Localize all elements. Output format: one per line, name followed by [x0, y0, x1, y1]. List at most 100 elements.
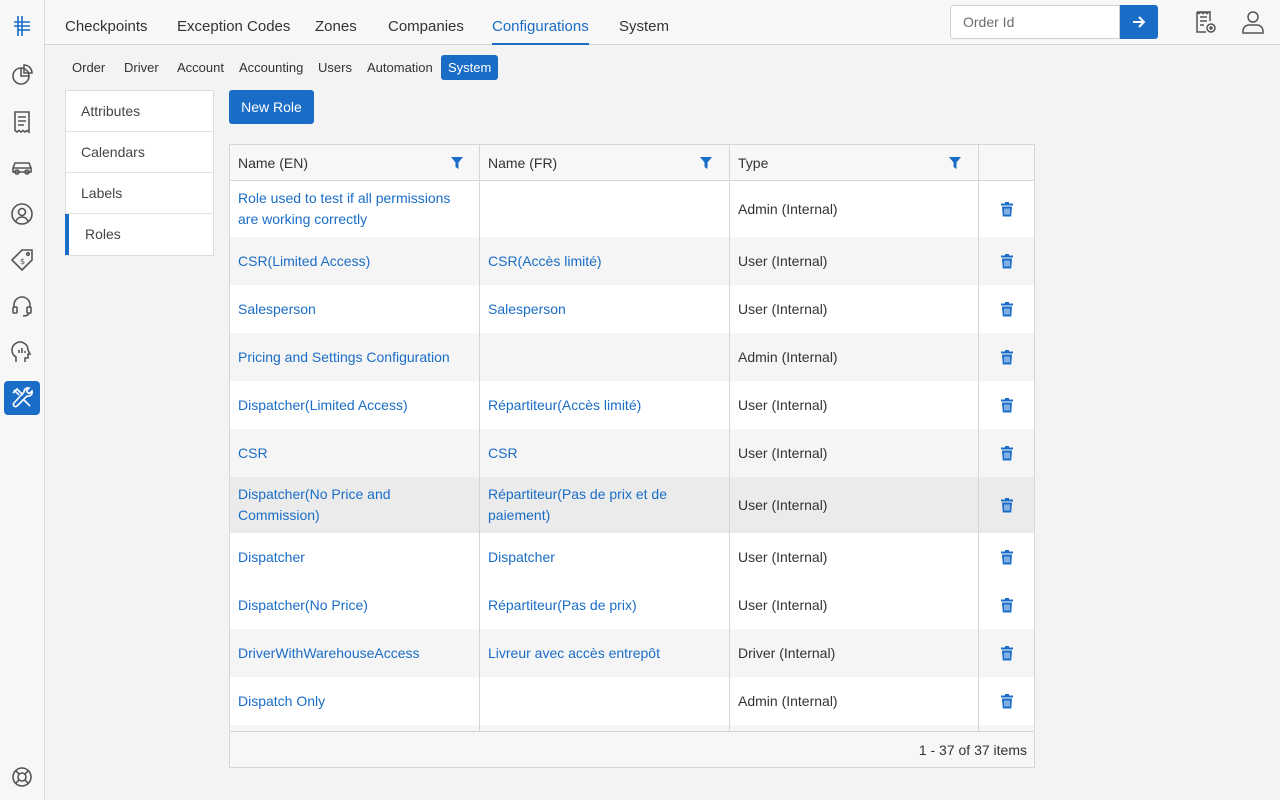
headset-icon[interactable] [4, 289, 40, 323]
table-row[interactable]: Dispatch Only Admin (Internal) [230, 677, 1034, 725]
subtab-system[interactable]: System [441, 55, 499, 80]
column-title: Name (EN) [238, 155, 309, 171]
new-role-button[interactable]: New Role [229, 90, 314, 124]
table-row[interactable]: Dispatcher(Limited Access) Répartiteur(A… [230, 381, 1034, 429]
column-header-name-en[interactable]: Name (EN) [230, 145, 480, 181]
role-name-link[interactable]: CSR(Limited Access) [238, 251, 370, 272]
filter-icon[interactable] [700, 157, 712, 169]
cell-name-en: Dispatch Only [230, 677, 480, 725]
role-name-link[interactable]: Dispatcher(No Price and Commission) [238, 484, 471, 526]
trash-icon[interactable] [1000, 597, 1013, 613]
subtab-automation[interactable]: Automation [360, 55, 440, 80]
dashboard-pie-icon[interactable] [4, 58, 40, 92]
cell-name-en: CSR(Limited Access) [230, 237, 480, 285]
role-name-fr-link[interactable]: CSR [488, 443, 518, 464]
cell-type: Admin (Internal) [730, 677, 979, 725]
cell-actions [979, 285, 1034, 333]
analytics-head-icon[interactable] [4, 335, 40, 369]
trash-icon[interactable] [1000, 397, 1013, 413]
role-name-fr-link[interactable]: Répartiteur(Pas de prix) [488, 595, 637, 616]
lifebuoy-icon[interactable] [4, 760, 40, 794]
role-name-fr-link[interactable]: Dispatcher [488, 547, 555, 568]
role-name-fr-link[interactable]: CSR(Accès limité) [488, 251, 602, 272]
role-name-link[interactable]: Dispatcher(No Price) [238, 595, 368, 616]
cell-name-en: Salesperson [230, 285, 480, 333]
tab-checkpoints[interactable]: Checkpoints [65, 0, 148, 45]
roles-grid: Name (EN) Name (FR) Type Role used to te… [229, 144, 1035, 768]
cell-name-fr [480, 181, 730, 237]
role-name-link[interactable]: Salesperson [238, 299, 316, 320]
cell-name-en: Dispatcher(No Price and Commission) [230, 477, 480, 533]
top-nav: Checkpoints Exception Codes Zones Compan… [45, 0, 1280, 45]
tab-companies[interactable]: Companies [388, 0, 464, 45]
table-row[interactable]: CSR(Limited Access) CSR(Accès limité) Us… [230, 237, 1034, 285]
table-row[interactable]: DriverWithWarehouseAccess Livreur avec a… [230, 629, 1034, 677]
user-circle-icon[interactable] [4, 197, 40, 231]
trash-icon[interactable] [1000, 693, 1013, 709]
role-name-fr-link[interactable]: Livreur avec accès entrepôt [488, 643, 660, 664]
role-name-link[interactable]: Dispatcher(Limited Access) [238, 395, 408, 416]
cell-type: Admin (Internal) [730, 333, 979, 381]
new-order-icon[interactable] [1193, 10, 1217, 34]
table-row[interactable]: Dispatcher(No Price and Commission) Répa… [230, 477, 1034, 533]
user-profile-icon[interactable] [1241, 10, 1265, 34]
subtab-account[interactable]: Account [170, 55, 231, 80]
trash-icon[interactable] [1000, 253, 1013, 269]
table-row[interactable]: CSR CSR User (Internal) [230, 429, 1034, 477]
trash-icon[interactable] [1000, 645, 1013, 661]
trash-icon[interactable] [1000, 201, 1013, 217]
tab-system[interactable]: System [619, 0, 669, 45]
trash-icon[interactable] [1000, 349, 1013, 365]
tab-configurations[interactable]: Configurations [492, 0, 589, 45]
role-name-fr-link[interactable]: Répartiteur(Accès limité) [488, 395, 641, 416]
role-name-fr-link[interactable]: Salesperson [488, 299, 566, 320]
cell-actions [979, 181, 1034, 237]
logo-icon[interactable] [4, 9, 40, 43]
tools-icon[interactable] [4, 381, 40, 415]
subtab-users[interactable]: Users [311, 55, 359, 80]
column-header-name-fr[interactable]: Name (FR) [480, 145, 730, 181]
filter-icon[interactable] [451, 157, 463, 169]
side-item-calendars[interactable]: Calendars [66, 132, 213, 173]
side-item-labels[interactable]: Labels [66, 173, 213, 214]
subtab-driver[interactable]: Driver [117, 55, 166, 80]
role-name-link[interactable]: Role used to test if all permissions are… [238, 188, 471, 230]
subtab-accounting[interactable]: Accounting [232, 55, 310, 80]
cell-name-fr: Dispatcher [480, 533, 730, 581]
cell-actions [979, 533, 1034, 581]
column-title: Name (FR) [488, 155, 558, 171]
table-row[interactable]: Dispatcher Dispatcher User (Internal) [230, 533, 1034, 581]
receipt-icon[interactable] [4, 105, 40, 139]
trash-icon[interactable] [1000, 301, 1013, 317]
role-name-link[interactable]: Dispatcher [238, 547, 305, 568]
car-icon[interactable] [4, 151, 40, 185]
table-row[interactable]: Salesperson Salesperson User (Internal) [230, 285, 1034, 333]
trash-icon[interactable] [1000, 549, 1013, 565]
cell-actions [979, 581, 1034, 629]
cell-type: User (Internal) [730, 429, 979, 477]
role-name-link[interactable]: Pricing and Settings Configuration [238, 347, 450, 368]
subtab-order[interactable]: Order [65, 55, 112, 80]
tab-zones[interactable]: Zones [315, 0, 357, 45]
cell-name-fr: Salesperson [480, 285, 730, 333]
table-row[interactable]: Role used to test if all permissions are… [230, 181, 1034, 237]
price-tag-icon[interactable]: $ [4, 243, 40, 277]
filter-icon[interactable] [949, 157, 961, 169]
role-name-link[interactable]: CSR [238, 443, 268, 464]
order-id-input[interactable] [950, 5, 1120, 39]
trash-icon[interactable] [1000, 445, 1013, 461]
column-header-type[interactable]: Type [730, 145, 979, 181]
cell-type: User (Internal) [730, 477, 979, 533]
side-item-roles[interactable]: Roles [65, 214, 213, 255]
role-name-link[interactable]: Dispatch Only [238, 691, 325, 712]
role-name-link[interactable]: DriverWithWarehouseAccess [238, 643, 420, 664]
tab-exception-codes[interactable]: Exception Codes [177, 0, 290, 45]
role-name-fr-link[interactable]: Répartiteur(Pas de prix et de paiement) [488, 484, 721, 526]
side-item-attributes[interactable]: Attributes [66, 91, 213, 132]
cell-name-fr: Répartiteur(Accès limité) [480, 381, 730, 429]
order-search-button[interactable] [1120, 5, 1158, 39]
table-row[interactable]: Dispatcher(No Price) Répartiteur(Pas de … [230, 581, 1034, 629]
table-row[interactable]: Pricing and Settings Configuration Admin… [230, 333, 1034, 381]
cell-actions [979, 381, 1034, 429]
trash-icon[interactable] [1000, 497, 1013, 513]
